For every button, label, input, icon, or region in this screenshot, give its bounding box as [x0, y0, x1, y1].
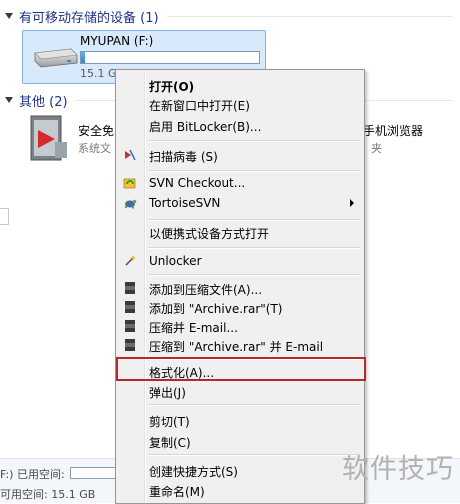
menu-item-add-to-archive[interactable]: 添加到压缩文件(A)...	[118, 278, 362, 298]
highlight-box-format	[116, 357, 366, 381]
menu-item-label: 启用 BitLocker(B)...	[149, 120, 262, 134]
usb-drive-icon	[34, 48, 78, 68]
menu-item-label: 扫描病毒 (S)	[149, 150, 218, 164]
menu-item-create-shortcut[interactable]: 创建快捷方式(S)	[118, 460, 362, 480]
menu-separator	[148, 404, 360, 406]
menu-separator	[148, 219, 360, 221]
archive-icon	[125, 320, 135, 332]
menu-item-label: Unlocker	[149, 254, 202, 268]
status-used-label: F:) 已用空间:	[0, 468, 65, 481]
menu-item-label: 在新窗口中打开(E)	[149, 99, 250, 113]
security-app-icon[interactable]	[25, 112, 71, 164]
menu-item-label: 压缩到 "Archive.rar" 并 E-mail	[149, 340, 324, 354]
menu-item-compress-email[interactable]: 压缩并 E-mail...	[118, 316, 362, 336]
wand-icon	[125, 255, 136, 266]
menu-item-label: 创建快捷方式(S)	[149, 465, 238, 479]
menu-item-add-to-archive-rar[interactable]: 添加到 "Archive.rar"(T)	[118, 297, 362, 317]
scroll-edge	[0, 208, 9, 225]
group-header-removable[interactable]: 有可移动存储的设备 (1)	[0, 6, 460, 26]
watermark-text: 软件技巧	[342, 454, 454, 485]
menu-separator	[148, 140, 360, 142]
menu-item-label: 弹出(J)	[149, 386, 186, 400]
menu-item-label: 重命名(M)	[149, 485, 205, 499]
archive-icon	[125, 301, 135, 313]
menu-item-label: 剪切(T)	[149, 415, 190, 429]
menu-item-open[interactable]: 打开(O)	[118, 75, 362, 95]
archive-icon	[125, 339, 135, 351]
menu-item-label: 添加到 "Archive.rar"(T)	[149, 302, 283, 316]
menu-item-label: TortoiseSVN	[149, 196, 221, 210]
tortoisesvn-icon	[124, 199, 137, 209]
menu-separator	[148, 274, 360, 276]
menu-item-unlocker[interactable]: Unlocker	[118, 251, 362, 271]
collapse-triangle-icon[interactable]	[5, 97, 13, 103]
context-menu: 打开(O) 在新窗口中打开(E) 启用 BitLocker(B)... 扫描病毒…	[115, 69, 365, 504]
drive-usage-bar	[80, 51, 260, 64]
menu-item-tortoisesvn[interactable]: TortoiseSVN	[118, 193, 362, 213]
menu-item-label: 以便携式设备方式打开	[149, 227, 270, 241]
drive-name: MYUPAN (F:)	[80, 34, 154, 48]
menu-item-bitlocker[interactable]: 启用 BitLocker(B)...	[118, 115, 362, 135]
menu-item-svn-checkout[interactable]: SVN Checkout...	[118, 173, 362, 193]
collapse-triangle-icon[interactable]	[5, 13, 13, 19]
menu-item-label: 打开(O)	[149, 80, 195, 94]
menu-item-scan-virus[interactable]: 扫描病毒 (S)	[118, 145, 362, 165]
menu-item-rename[interactable]: 重命名(M)	[118, 480, 362, 500]
other-item-sub-left: 系统文	[78, 142, 111, 155]
antivirus-icon	[125, 149, 136, 161]
group-divider	[166, 15, 452, 17]
menu-item-label: 复制(C)	[149, 436, 191, 450]
group-title-other: 其他 (2)	[19, 94, 68, 110]
other-item-name-right[interactable]: 手机浏览器	[363, 122, 423, 139]
menu-separator	[148, 454, 360, 456]
other-item-sub-right: 夹	[371, 142, 382, 155]
svn-checkout-icon	[123, 178, 136, 189]
drive-usage-fill	[81, 52, 85, 63]
status-free-label: 可用空间: 15.1 GB	[0, 488, 96, 501]
menu-item-label: SVN Checkout...	[149, 176, 246, 190]
menu-item-cut[interactable]: 剪切(T)	[118, 410, 362, 430]
other-item-name-left[interactable]: 安全免	[78, 122, 114, 139]
menu-item-copy[interactable]: 复制(C)	[118, 431, 362, 451]
archive-icon	[125, 282, 135, 294]
menu-item-eject[interactable]: 弹出(J)	[118, 381, 362, 401]
menu-item-open-new-window[interactable]: 在新窗口中打开(E)	[118, 94, 362, 114]
menu-separator	[148, 247, 360, 249]
submenu-arrow-icon	[350, 199, 354, 207]
menu-item-portable-device[interactable]: 以便携式设备方式打开	[118, 222, 362, 242]
menu-separator	[148, 170, 360, 172]
group-title-removable: 有可移动存储的设备 (1)	[19, 10, 159, 26]
menu-item-label: 添加到压缩文件(A)...	[149, 283, 263, 297]
menu-item-compress-rar-email[interactable]: 压缩到 "Archive.rar" 并 E-mail	[118, 335, 362, 355]
menu-item-label: 压缩并 E-mail...	[149, 321, 238, 335]
